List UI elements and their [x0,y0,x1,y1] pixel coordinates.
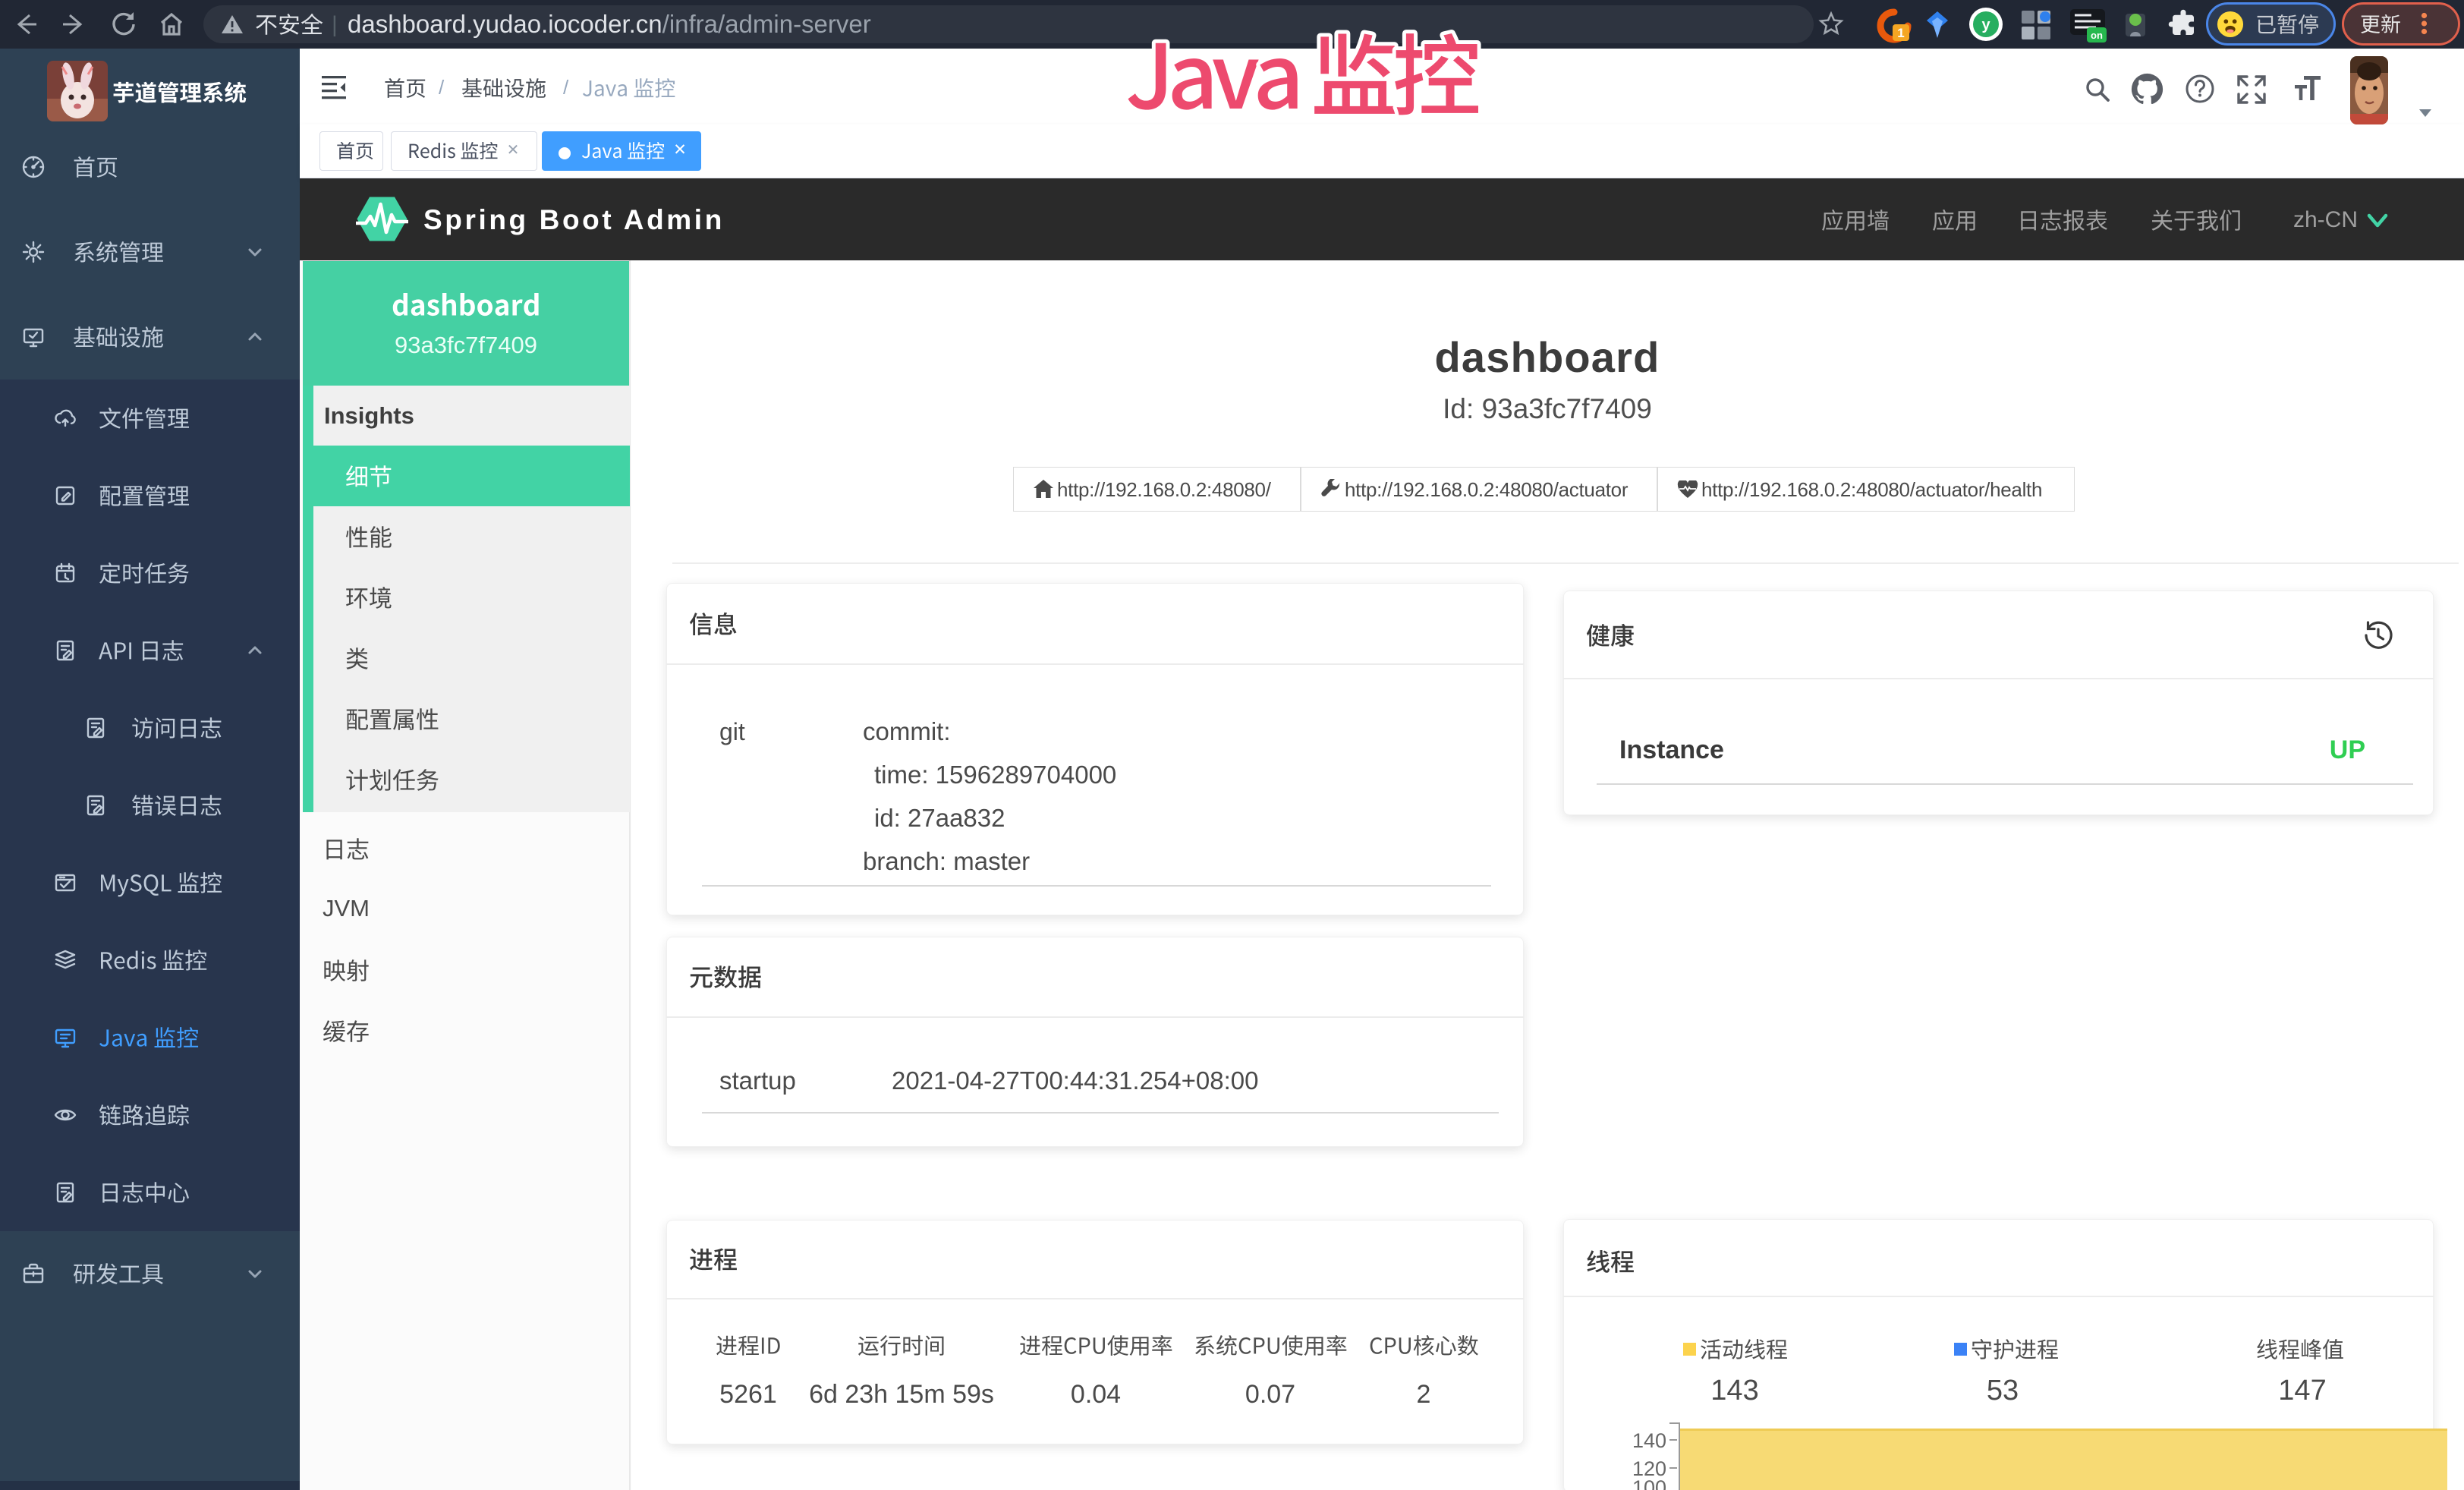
svg-text:on: on [2091,30,2103,41]
svg-text:y: y [1981,17,1990,33]
svg-text:1: 1 [1897,26,1904,40]
